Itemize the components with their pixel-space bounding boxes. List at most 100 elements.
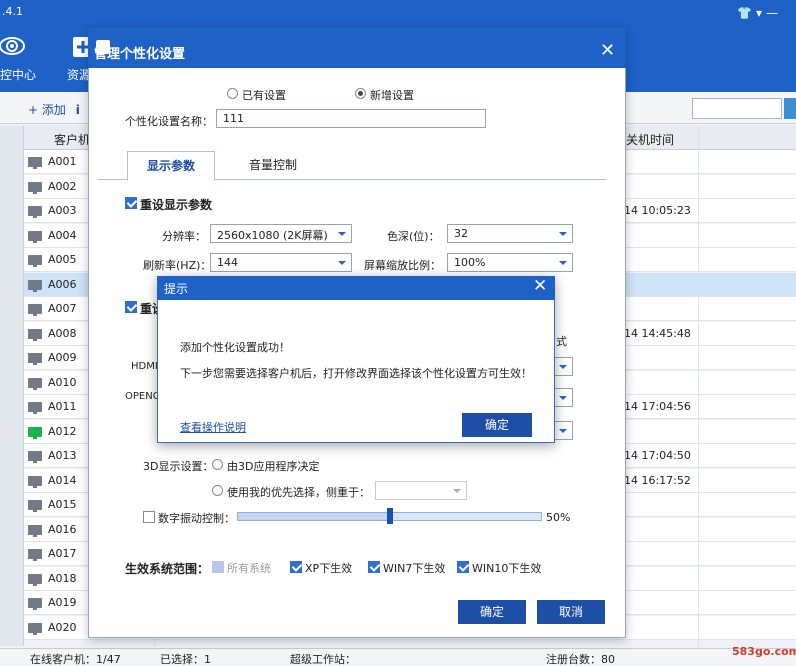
chevron-down-icon bbox=[453, 489, 461, 493]
computer-icon bbox=[28, 500, 42, 512]
scope-win7-checkbox[interactable] bbox=[368, 561, 380, 573]
chevron-down-icon[interactable]: ▾ bbox=[756, 6, 766, 20]
add-label: + 添加 bbox=[28, 103, 66, 117]
search-button[interactable] bbox=[784, 98, 796, 119]
dialog-ok-button[interactable]: 确定 bbox=[458, 600, 526, 624]
nav-monitor-center[interactable]: 控中心 bbox=[0, 66, 36, 83]
client-id: A005 bbox=[48, 253, 77, 266]
prompt-line1: 添加个性化设置成功！ bbox=[180, 341, 290, 354]
computer-icon bbox=[28, 573, 42, 586]
info-icon[interactable]: i bbox=[76, 103, 80, 117]
client-id: A009 bbox=[48, 351, 77, 364]
vibrance-slider-fill bbox=[238, 513, 390, 520]
status-super-workstation: 超级工作站： bbox=[290, 653, 356, 666]
radio-3d-app[interactable] bbox=[212, 459, 223, 470]
chevron-down-icon bbox=[559, 232, 567, 236]
client-id: A013 bbox=[48, 449, 77, 462]
computer-icon bbox=[28, 377, 42, 390]
refresh-select[interactable]: 144 bbox=[210, 253, 352, 272]
color-depth-select[interactable]: 32 bbox=[447, 224, 573, 243]
vibrance-slider-thumb[interactable] bbox=[386, 508, 393, 524]
client-id: A015 bbox=[48, 498, 77, 511]
shutdown-time: -14 16:17:52 bbox=[620, 473, 691, 487]
radio-3d-app-label: 由3D应用程序决定 bbox=[227, 460, 320, 473]
left-strip bbox=[0, 126, 24, 646]
eye-icon[interactable] bbox=[0, 34, 30, 58]
client-id: A010 bbox=[48, 375, 77, 389]
vibrance-value: 50% bbox=[546, 511, 571, 524]
dialog-cancel-button[interactable]: 取消 bbox=[537, 600, 605, 624]
mode-tail-label: 式 bbox=[556, 335, 567, 348]
chevron-down-icon bbox=[559, 429, 567, 433]
chevron-down-icon bbox=[559, 365, 567, 369]
close-icon[interactable]: ✕ bbox=[600, 40, 615, 61]
client-id: A014 bbox=[48, 473, 77, 487]
shutdown-time: -14 10:05:23 bbox=[620, 204, 691, 217]
scope-all-checkbox[interactable] bbox=[212, 561, 224, 573]
col-shutdown-header[interactable]: 关机时间 bbox=[626, 131, 674, 148]
radio-existing[interactable] bbox=[227, 88, 238, 99]
prompt-help-link[interactable]: 查看操作说明 bbox=[180, 419, 246, 435]
scope-all-label: 所有系统 bbox=[227, 562, 271, 575]
computer-icon bbox=[28, 622, 42, 635]
client-id: A001 bbox=[48, 155, 77, 168]
client-id: A012 bbox=[48, 424, 77, 438]
radio-3d-pref-label: 使用我的优先选择，侧重于： bbox=[227, 486, 370, 499]
scale-select[interactable]: 100% bbox=[447, 253, 573, 272]
color-depth-label: 色深(位)： bbox=[387, 230, 440, 243]
shutdown-time: -14 17:04:56 bbox=[620, 400, 691, 413]
reset-display-label: 重设显示参数 bbox=[140, 198, 213, 212]
scope-xp-checkbox[interactable] bbox=[290, 561, 302, 573]
chevron-down-icon bbox=[559, 261, 567, 265]
hdmi-label: HDMI bbox=[131, 361, 158, 372]
refresh-value: 144 bbox=[217, 256, 238, 269]
app-version: .4.1 bbox=[2, 5, 23, 18]
pref-select[interactable] bbox=[375, 481, 467, 500]
search-input[interactable] bbox=[692, 98, 782, 119]
chevron-down-icon bbox=[338, 261, 346, 265]
vibrance-label: 数字振动控制： bbox=[158, 512, 235, 525]
radio-3d-pref[interactable] bbox=[212, 485, 223, 496]
computer-icon bbox=[28, 353, 42, 365]
computer-icon bbox=[28, 157, 42, 169]
computer-icon bbox=[28, 598, 42, 610]
client-id: A006 bbox=[48, 277, 77, 291]
reset-second-checkbox[interactable] bbox=[125, 301, 137, 313]
client-id: A002 bbox=[48, 179, 77, 193]
computer-icon bbox=[28, 524, 42, 537]
minimize-icon[interactable]: — bbox=[766, 6, 782, 20]
client-id: A016 bbox=[48, 522, 77, 536]
scale-value: 100% bbox=[454, 256, 486, 269]
resolution-select[interactable]: 2560x1080 (2K屏幕) bbox=[210, 224, 352, 243]
prompt-close-icon[interactable]: ✕ bbox=[533, 276, 547, 296]
computer-icon bbox=[28, 451, 42, 463]
chevron-down-icon bbox=[338, 232, 346, 236]
reset-display-checkbox[interactable] bbox=[125, 197, 137, 209]
prompt-title-bar bbox=[157, 276, 555, 300]
client-id: A007 bbox=[48, 302, 77, 315]
client-id: A018 bbox=[48, 571, 77, 585]
vibrance-checkbox[interactable] bbox=[143, 511, 155, 523]
status-selected: 已选择：1 bbox=[160, 653, 211, 666]
prompt-ok-button[interactable]: 确定 bbox=[462, 413, 532, 437]
client-id: A011 bbox=[48, 400, 77, 413]
chevron-down-icon bbox=[559, 396, 567, 400]
color-depth-value: 32 bbox=[454, 227, 468, 240]
client-id: A017 bbox=[48, 547, 77, 560]
shirt-icon[interactable]: 👕 bbox=[737, 6, 756, 20]
prompt-title: 提示 bbox=[164, 282, 189, 296]
tab-volume[interactable]: 音量控制 bbox=[228, 151, 318, 179]
dialog-title: 管理个性化设置 bbox=[94, 47, 186, 62]
window-controls[interactable]: 👕▾— bbox=[737, 6, 782, 20]
scope-label: 生效系统范围： bbox=[125, 562, 210, 576]
radio-new[interactable] bbox=[355, 88, 366, 99]
scale-label: 屏幕缩放比例： bbox=[364, 259, 441, 272]
client-id: A019 bbox=[48, 596, 77, 609]
shutdown-time: -14 17:04:50 bbox=[620, 449, 691, 462]
scope-win10-checkbox[interactable] bbox=[457, 561, 469, 573]
refresh-label: 刷新率(HZ)： bbox=[143, 259, 212, 272]
tab-display[interactable]: 显示参数 bbox=[127, 151, 215, 181]
name-input[interactable]: 111 bbox=[216, 109, 486, 128]
computer-icon bbox=[28, 402, 42, 414]
add-button[interactable]: + 添加 i bbox=[28, 101, 80, 118]
